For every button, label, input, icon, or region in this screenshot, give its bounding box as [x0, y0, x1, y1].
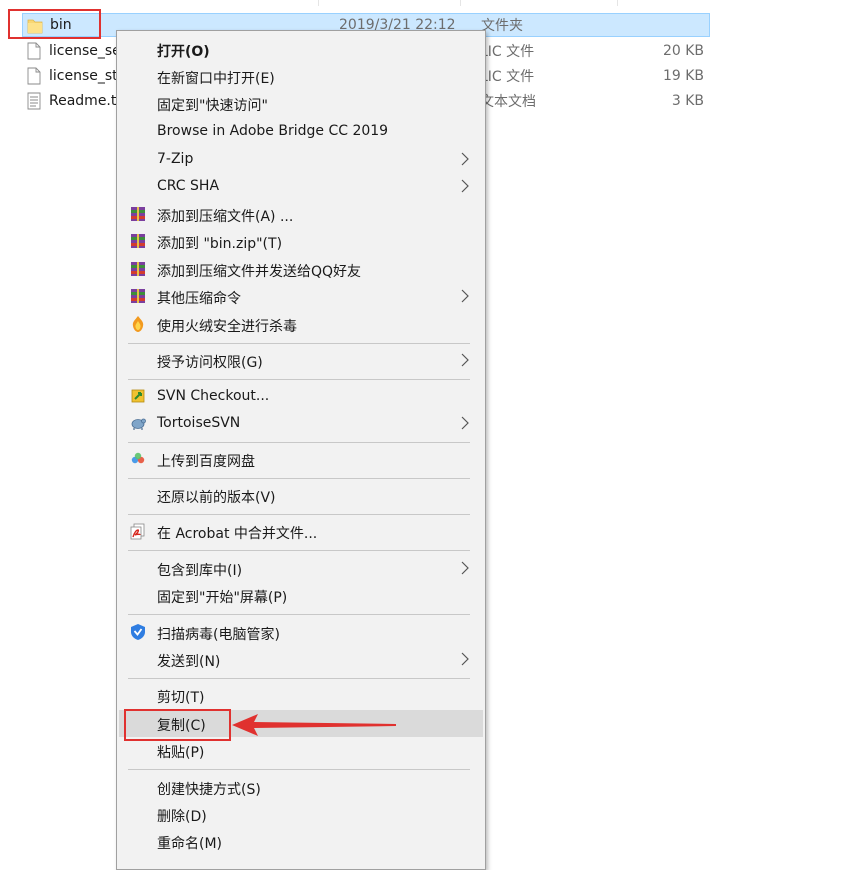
menu-item-acrobat-combine[interactable]: 在 Acrobat 中合并文件...: [119, 518, 483, 545]
menu-item-label: 在 Acrobat 中合并文件...: [157, 526, 318, 542]
menu-separator: [128, 678, 470, 679]
winrar-icon: [131, 207, 145, 221]
menu-item-create-shortcut[interactable]: 创建快捷方式(S): [119, 774, 483, 801]
chevron-right-icon: [461, 652, 469, 666]
menu-item-label: 添加到压缩文件(A) ...: [157, 209, 294, 225]
winrar-icon: [131, 234, 145, 248]
menu-item-pin-start[interactable]: 固定到"开始"屏幕(P): [119, 582, 483, 609]
chevron-right-icon: [461, 152, 469, 166]
menu-item-label: 固定到"开始"屏幕(P): [157, 590, 288, 606]
menu-item-huorong-scan[interactable]: 使用火绒安全进行杀毒: [119, 311, 483, 338]
chevron-right-icon: [461, 289, 469, 303]
menu-item-label: 添加到压缩文件并发送给QQ好友: [157, 264, 362, 280]
menu-item-label: 包含到库中(I): [157, 563, 243, 579]
document-icon: [27, 67, 41, 85]
highlight-box-copy: [124, 709, 231, 741]
file-name: license_se: [49, 43, 121, 59]
menu-item-add-to-bin-zip[interactable]: 添加到 "bin.zip"(T): [119, 228, 483, 255]
context-menu: 打开(O) 在新窗口中打开(E) 固定到"快速访问" Browse in Ado…: [116, 30, 486, 870]
menu-item-include-library[interactable]: 包含到库中(I): [119, 555, 483, 582]
menu-item-label: CRC SHA: [157, 178, 220, 194]
menu-item-rename[interactable]: 重命名(M): [119, 828, 483, 855]
menu-item-label: 扫描病毒(电脑管家): [157, 627, 280, 643]
menu-item-label: 粘贴(P): [157, 745, 205, 761]
chevron-right-icon: [461, 179, 469, 193]
menu-item-label: 创建快捷方式(S): [157, 782, 261, 798]
menu-item-open-new-window[interactable]: 在新窗口中打开(E): [119, 63, 483, 90]
text-document-icon: [27, 92, 41, 110]
menu-item-other-compress[interactable]: 其他压缩命令: [119, 283, 483, 310]
tortoise-icon: [131, 418, 146, 430]
menu-item-label: 打开(O): [157, 44, 210, 60]
winrar-icon: [131, 262, 145, 276]
file-type: 文件夹: [481, 18, 523, 34]
menu-item-adobe-bridge[interactable]: Browse in Adobe Bridge CC 2019: [119, 118, 483, 145]
menu-item-label: 在新窗口中打开(E): [157, 71, 275, 87]
menu-item-label: 其他压缩命令: [157, 291, 241, 307]
menu-item-paste[interactable]: 粘贴(P): [119, 737, 483, 764]
menu-item-label: 添加到 "bin.zip"(T): [157, 236, 283, 252]
annotation-arrow-icon: [232, 714, 396, 736]
baidu-cloud-icon: [131, 452, 145, 464]
flame-shield-icon: [132, 316, 144, 332]
column-separator[interactable]: [318, 0, 319, 6]
menu-separator: [128, 614, 470, 615]
file-type: LIC 文件: [480, 44, 535, 60]
menu-item-label: 固定到"快速访问": [157, 98, 268, 114]
highlight-box-bin: [8, 9, 101, 39]
menu-separator: [128, 379, 470, 380]
file-name: license_st: [49, 68, 118, 84]
file-explorer: bin 2019/3/21 22:12 文件夹 license_se LIC 文…: [0, 0, 852, 870]
menu-item-delete[interactable]: 删除(D): [119, 801, 483, 828]
menu-item-7zip[interactable]: 7-Zip: [119, 146, 483, 173]
column-separator[interactable]: [617, 0, 618, 6]
chevron-right-icon: [461, 416, 469, 430]
menu-item-label: 7-Zip: [157, 151, 194, 167]
menu-item-svn-checkout[interactable]: SVN Checkout...: [119, 383, 483, 410]
menu-separator: [128, 550, 470, 551]
menu-item-label: 上传到百度网盘: [157, 454, 255, 470]
menu-separator: [128, 514, 470, 515]
menu-item-crc-sha[interactable]: CRC SHA: [119, 173, 483, 200]
menu-item-restore-versions[interactable]: 还原以前的版本(V): [119, 482, 483, 509]
document-icon: [27, 42, 41, 60]
menu-item-label: 使用火绒安全进行杀毒: [157, 319, 297, 335]
acrobat-icon: [130, 523, 145, 540]
menu-item-label: SVN Checkout...: [157, 388, 270, 404]
file-name: Readme.t: [49, 93, 117, 109]
menu-item-scan-virus[interactable]: 扫描病毒(电脑管家): [119, 619, 483, 646]
menu-item-label: 还原以前的版本(V): [157, 490, 276, 506]
menu-item-label: 重命名(M): [157, 836, 223, 852]
menu-item-grant-access[interactable]: 授予访问权限(G): [119, 347, 483, 374]
svn-checkout-icon: [131, 389, 145, 403]
menu-item-open[interactable]: 打开(O): [119, 36, 483, 63]
file-size: 20 KB: [662, 43, 704, 59]
chevron-right-icon: [461, 561, 469, 575]
shield-icon: [131, 624, 145, 640]
menu-separator: [128, 343, 470, 344]
menu-item-label: TortoiseSVN: [157, 415, 241, 431]
file-size: 19 KB: [662, 68, 704, 84]
menu-separator: [128, 769, 470, 770]
chevron-right-icon: [461, 353, 469, 367]
file-size: 3 KB: [671, 93, 704, 109]
menu-item-send-to[interactable]: 发送到(N): [119, 646, 483, 673]
menu-item-tortoisesvn[interactable]: TortoiseSVN: [119, 410, 483, 437]
menu-separator: [128, 478, 470, 479]
menu-item-archive-send-qq[interactable]: 添加到压缩文件并发送给QQ好友: [119, 256, 483, 283]
menu-separator: [128, 442, 470, 443]
menu-item-label: Browse in Adobe Bridge CC 2019: [157, 123, 389, 139]
menu-item-baidu-upload[interactable]: 上传到百度网盘: [119, 446, 483, 473]
winrar-icon: [131, 289, 145, 303]
menu-item-pin-quick-access[interactable]: 固定到"快速访问": [119, 90, 483, 117]
menu-item-label: 发送到(N): [157, 654, 221, 670]
menu-item-add-to-archive[interactable]: 添加到压缩文件(A) ...: [119, 201, 483, 228]
column-separator[interactable]: [460, 0, 461, 6]
file-type: 文本文档: [480, 94, 536, 110]
menu-item-label: 删除(D): [157, 809, 207, 825]
file-type: LIC 文件: [480, 69, 535, 85]
menu-item-cut[interactable]: 剪切(T): [119, 682, 483, 709]
menu-item-label: 授予访问权限(G): [157, 355, 263, 371]
menu-item-label: 剪切(T): [157, 690, 205, 706]
